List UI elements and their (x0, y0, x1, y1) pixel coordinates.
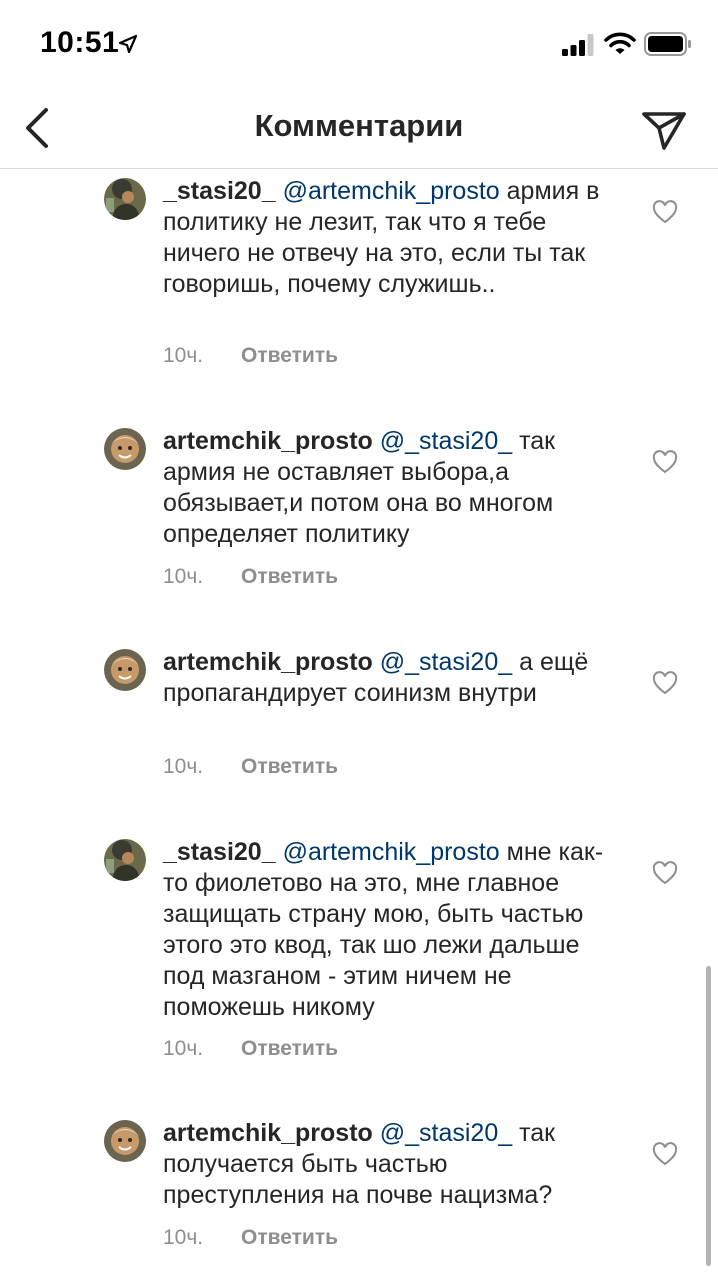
comment-meta: 10ч. Ответить (163, 344, 338, 368)
comment-text: artemchik_prosto @_stasi20_ так армия не… (163, 426, 613, 550)
status-bar: 10:51 (0, 0, 718, 90)
comment-mention[interactable]: @_stasi20_ (380, 648, 512, 676)
avatar-artemchik[interactable] (104, 649, 146, 691)
cellular-signal-icon (562, 34, 594, 56)
comment-time: 10ч. (163, 1226, 204, 1249)
heart-outline-icon[interactable] (652, 671, 678, 695)
heart-outline-icon[interactable] (652, 450, 678, 474)
comment-time: 10ч. (163, 344, 204, 367)
avatar-stasi[interactable] (104, 839, 146, 881)
comment-meta: 10ч. Ответить (163, 1226, 338, 1250)
comment-text: artemchik_prosto @_stasi20_ так получает… (163, 1118, 613, 1211)
battery-icon (644, 32, 691, 56)
avatar-image (104, 428, 146, 470)
comment-username[interactable]: _stasi20_ (163, 177, 276, 205)
heart-outline-icon[interactable] (652, 861, 678, 885)
heart-outline-icon[interactable] (652, 1142, 678, 1166)
reply-button[interactable]: Ответить (241, 344, 338, 367)
comment-username[interactable]: artemchik_prosto (163, 427, 373, 455)
comment-text: artemchik_prosto @_stasi20_ а ещё пропаг… (163, 647, 613, 709)
comment-mention[interactable]: @artemchik_prosto (283, 838, 500, 866)
wifi-icon (604, 32, 636, 54)
avatar-image (104, 839, 146, 881)
avatar-image (104, 178, 146, 220)
comment-mention[interactable]: @artemchik_prosto (283, 177, 500, 205)
header: Комментарии (0, 90, 718, 169)
reply-button[interactable]: Ответить (241, 755, 338, 778)
reply-button[interactable]: Ответить (241, 565, 338, 588)
comment-text: _stasi20_ @artemchik_prosto армия в поли… (163, 176, 613, 300)
status-time: 10:51 (40, 26, 120, 59)
comment-time: 10ч. (163, 1037, 204, 1060)
avatar-image (104, 649, 146, 691)
comment-username[interactable]: artemchik_prosto (163, 648, 373, 676)
comment-mention[interactable]: @_stasi20_ (380, 427, 512, 455)
scroll-indicator[interactable] (706, 966, 711, 1266)
comment-meta: 10ч. Ответить (163, 565, 338, 589)
comment-time: 10ч. (163, 565, 204, 588)
comment-username[interactable]: artemchik_prosto (163, 1119, 373, 1147)
page-title: Комментарии (254, 108, 464, 143)
comment-meta: 10ч. Ответить (163, 755, 338, 779)
comment-text: _stasi20_ @artemchik_prosto мне как-то ф… (163, 837, 613, 1023)
avatar-stasi[interactable] (104, 178, 146, 220)
heart-outline-icon[interactable] (652, 200, 678, 224)
send-icon[interactable] (640, 106, 688, 154)
avatar-artemchik[interactable] (104, 1120, 146, 1162)
location-arrow-icon (118, 34, 138, 54)
avatar-image (104, 1120, 146, 1162)
comment-username[interactable]: _stasi20_ (163, 838, 276, 866)
avatar-artemchik[interactable] (104, 428, 146, 470)
comment-time: 10ч. (163, 755, 204, 778)
comment-mention[interactable]: @_stasi20_ (380, 1119, 512, 1147)
reply-button[interactable]: Ответить (241, 1226, 338, 1249)
reply-button[interactable]: Ответить (241, 1037, 338, 1060)
comment-meta: 10ч. Ответить (163, 1037, 338, 1061)
